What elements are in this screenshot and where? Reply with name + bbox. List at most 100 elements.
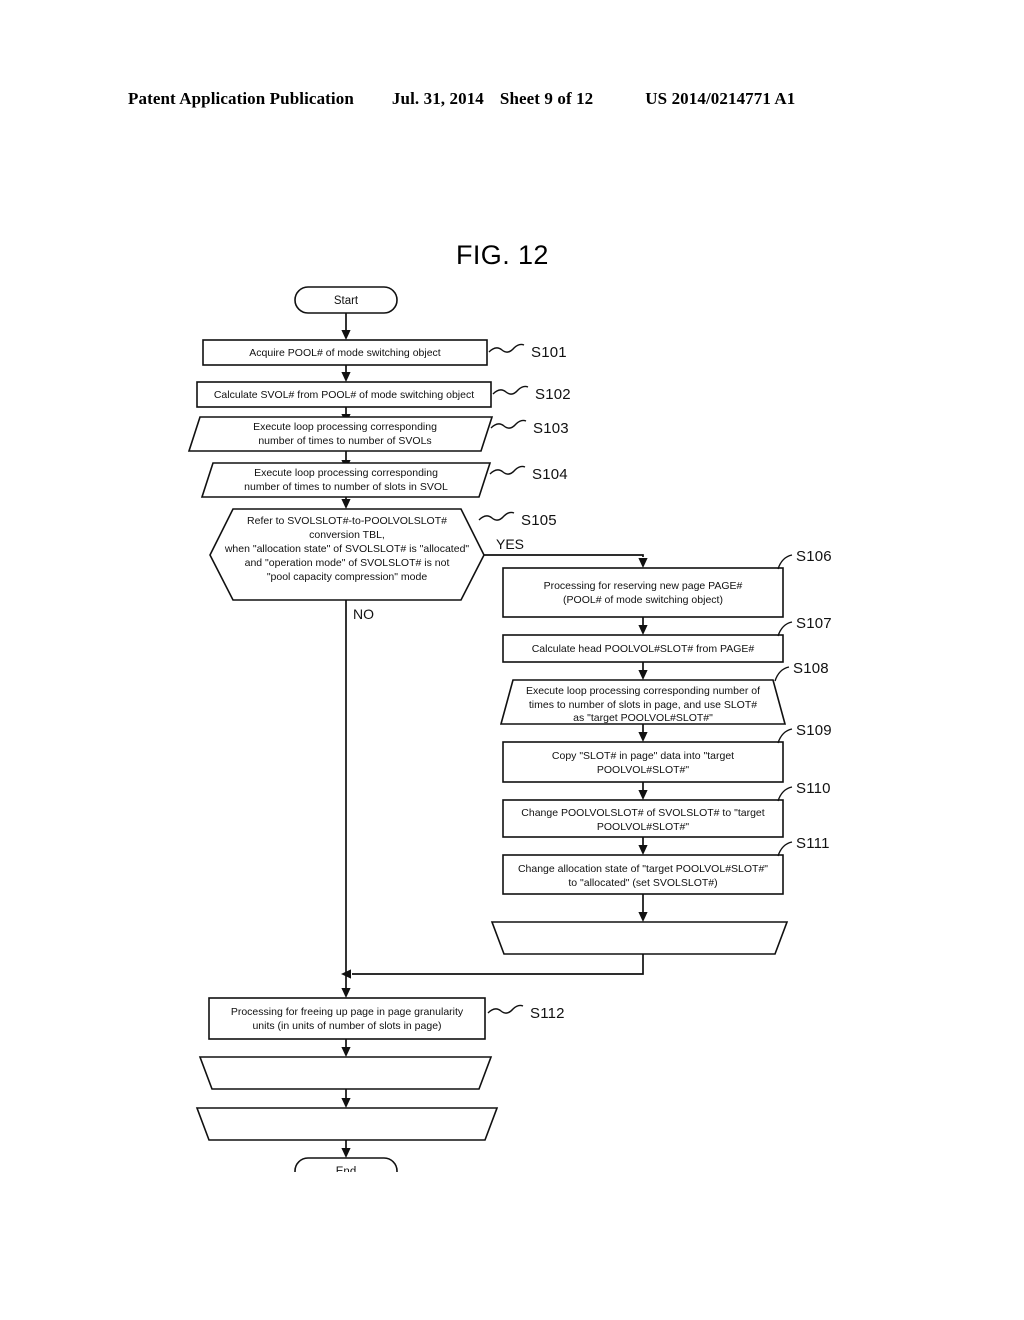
s102-step-id: S102 xyxy=(535,386,571,403)
header-patent-number: US 2014/0214771 A1 xyxy=(645,89,796,108)
node-s107: Calculate head POOLVOL#SLOT# from PAGE# xyxy=(502,634,784,663)
s110-step-id: S110 xyxy=(796,780,831,797)
s105-step-id: S105 xyxy=(521,512,557,529)
loop-end-page-shape xyxy=(490,921,789,955)
s101-leader-squiggle xyxy=(488,343,525,353)
node-s103: Execute loop processing corresponding nu… xyxy=(187,416,494,452)
leader-s105: S105 xyxy=(478,511,557,529)
s103-leader-squiggle xyxy=(490,419,527,429)
leader-s108: S108 xyxy=(774,660,829,682)
s112-leader-squiggle xyxy=(487,1004,524,1014)
no-branch-label: NO xyxy=(353,606,374,622)
s104-line-2: number of times to number of slots in SV… xyxy=(244,481,448,493)
s109-line-2: POOLVOL#SLOT#" xyxy=(597,764,690,776)
s104-step-id: S104 xyxy=(532,466,568,483)
s108-line-3: as "target POOLVOL#SLOT#" xyxy=(573,712,713,724)
s112-step-id: S112 xyxy=(530,1005,565,1022)
leader-s112: S112 xyxy=(487,1004,565,1022)
arrowhead-s105 xyxy=(341,499,351,509)
node-s109: Copy "SLOT# in page" data into "target P… xyxy=(502,741,784,783)
node-s101: Acquire POOL# of mode switching object xyxy=(202,339,488,366)
s105-leader-squiggle xyxy=(478,511,515,521)
s112-line-1: Processing for freeing up page in page g… xyxy=(231,1006,464,1018)
patent-page: Patent Application Publication Jul. 31, … xyxy=(0,0,1024,1320)
node-loop-end-page xyxy=(490,921,789,955)
s103-step-id: S103 xyxy=(533,420,569,437)
loop-end-svol-shape xyxy=(195,1107,499,1141)
s108-line-2: times to number of slots in page, and us… xyxy=(529,699,757,711)
arrowhead-s109 xyxy=(638,732,648,742)
s109-leader-hook xyxy=(777,728,793,744)
arrowhead-s108 xyxy=(638,670,648,680)
node-s112: Processing for freeing up page in page g… xyxy=(208,997,486,1040)
connector-yes-branch xyxy=(484,554,644,557)
arrowhead-loopend-slot xyxy=(341,1047,351,1057)
connector-loopend-to-merge xyxy=(352,954,644,975)
s105-line-3: when "allocation state" of SVOLSLOT# is … xyxy=(224,543,470,555)
node-s106: Processing for reserving new page PAGE# … xyxy=(502,567,784,618)
s110-line-1: Change POOLVOLSLOT# of SVOLSLOT# to "tar… xyxy=(521,807,764,819)
arrowhead-s102 xyxy=(341,372,351,382)
s104-line-1: Execute loop processing corresponding xyxy=(254,467,438,479)
s101-line-1: Acquire POOL# of mode switching object xyxy=(249,347,441,359)
s111-line-2: to "allocated" (set SVOLSLOT#) xyxy=(568,877,717,889)
s106-leader-hook xyxy=(777,554,793,570)
s106-line-1: Processing for reserving new page PAGE# xyxy=(544,580,743,592)
arrowhead-loopend-page xyxy=(638,912,648,922)
arrowhead-s101 xyxy=(341,330,351,340)
s101-step-id: S101 xyxy=(531,344,567,361)
s109-step-id: S109 xyxy=(796,722,832,739)
header-publication-text: Patent Application Publication xyxy=(128,89,354,108)
s111-step-id: S111 xyxy=(796,835,830,852)
node-start: Start xyxy=(294,286,398,314)
s112-line-2: units (in units of number of slots in pa… xyxy=(252,1020,441,1032)
s111-leader-hook xyxy=(777,841,793,857)
s103-line-2: number of times to number of SVOLs xyxy=(258,435,431,447)
leader-s102: S102 xyxy=(492,385,571,403)
s102-leader-squiggle xyxy=(492,385,529,395)
s106-step-id: S106 xyxy=(796,548,832,565)
s105-line-2: conversion TBL, xyxy=(309,529,385,541)
leader-s111: S111 xyxy=(777,835,830,857)
s110-line-2: POOLVOL#SLOT#" xyxy=(597,821,690,833)
leader-s101: S101 xyxy=(488,343,567,361)
arrowhead-s106 xyxy=(638,558,648,568)
node-s108: Execute loop processing corresponding nu… xyxy=(499,679,787,725)
s106-line-2: (POOL# of mode switching object) xyxy=(563,594,723,606)
end-label: End xyxy=(336,1166,356,1172)
s104-leader-squiggle xyxy=(489,465,526,475)
arrowhead-s107 xyxy=(638,625,648,635)
node-s110: Change POOLVOLSLOT# of SVOLSLOT# to "tar… xyxy=(502,799,784,838)
figure-container: FIG. 12 Start Acquire POOL# of mode swit… xyxy=(0,232,1024,1172)
node-loop-end-svol xyxy=(195,1107,499,1141)
s103-line-1: Execute loop processing corresponding xyxy=(253,421,437,433)
node-s104: Execute loop processing corresponding nu… xyxy=(200,462,492,498)
s105-line-5: "pool capacity compression" mode xyxy=(267,571,428,583)
leader-s110: S110 xyxy=(777,780,831,802)
s105-line-4: and "operation mode" of SVOLSLOT# is not xyxy=(245,557,450,569)
arrowhead-s110 xyxy=(638,790,648,800)
s108-step-id: S108 xyxy=(793,660,829,677)
node-s105: Refer to SVOLSLOT#-to-POOLVOLSLOT# conve… xyxy=(209,508,485,601)
arrowhead-loopend-svol xyxy=(341,1098,351,1108)
s112-box xyxy=(208,997,486,1040)
leader-s107: S107 xyxy=(777,615,832,637)
publication-header: Patent Application Publication Jul. 31, … xyxy=(128,86,896,112)
s107-line-1: Calculate head POOLVOL#SLOT# from PAGE# xyxy=(532,643,755,655)
arrowhead-s111 xyxy=(638,845,648,855)
flowchart-diagram: Start Acquire POOL# of mode switching ob… xyxy=(187,286,832,1172)
s107-step-id: S107 xyxy=(796,615,832,632)
leader-s109: S109 xyxy=(777,722,832,744)
yes-branch-label: YES xyxy=(496,536,524,552)
s111-line-1: Change allocation state of "target POOLV… xyxy=(518,863,768,875)
arrowhead-s112 xyxy=(341,988,351,998)
leader-s104: S104 xyxy=(489,465,568,483)
node-loop-end-slot xyxy=(198,1056,493,1090)
s109-box xyxy=(502,741,784,783)
loop-end-slot-shape xyxy=(198,1056,493,1090)
s108-line-1: Execute loop processing corresponding nu… xyxy=(526,685,760,697)
node-s111: Change allocation state of "target POOLV… xyxy=(502,854,784,895)
header-date-text: Jul. 31, 2014 xyxy=(391,89,484,108)
leader-s103: S103 xyxy=(490,419,569,437)
arrowhead-end xyxy=(341,1148,351,1158)
